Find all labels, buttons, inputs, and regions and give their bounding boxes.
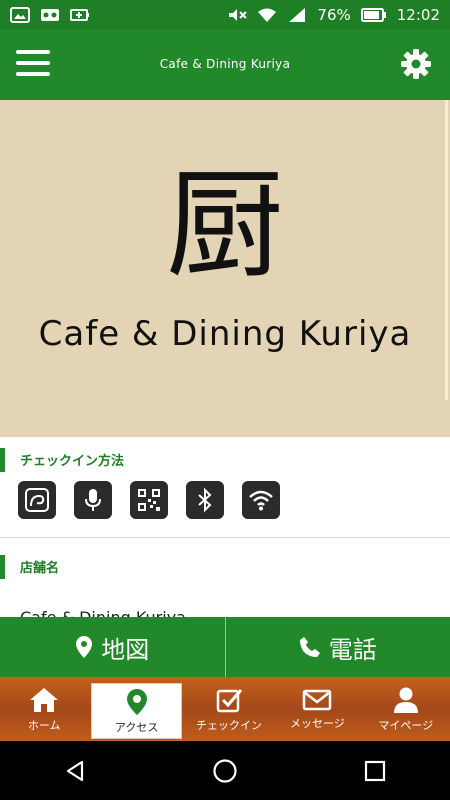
battery-plus-icon (70, 9, 89, 21)
system-nav-bar (0, 741, 450, 800)
back-button[interactable] (45, 751, 105, 791)
home-icon (30, 687, 59, 712)
voice-checkin-button[interactable] (74, 481, 112, 519)
hero-image: 厨 Cafe & Dining Kuriya (0, 100, 450, 437)
checkin-section-title: チェックイン方法 (0, 437, 450, 481)
tab-checkin[interactable]: チェックイン (185, 677, 273, 741)
envelope-icon (303, 689, 332, 710)
section-divider (0, 537, 450, 538)
battery-percent: 76% (317, 6, 351, 24)
app-bar: Cafe & Dining Kuriya (0, 30, 450, 100)
map-pin-icon (76, 636, 93, 658)
voicemail-notification-icon (41, 9, 59, 21)
content-area: チェックイン方法 店舗名 Cafe & Dining Kuriya (0, 437, 450, 617)
action-buttons: 地図 電話 (0, 617, 450, 677)
home-circle-icon (213, 758, 237, 783)
store-name-value: Cafe & Dining Kuriya (0, 588, 450, 617)
wifi-checkin-button[interactable] (242, 481, 280, 519)
gear-icon[interactable] (400, 48, 432, 80)
wifi-status-icon (258, 8, 277, 22)
mute-icon (229, 9, 248, 21)
app-title: Cafe & Dining Kuriya (159, 57, 291, 71)
clock: 12:02 (396, 6, 440, 24)
phone-icon (299, 637, 320, 657)
tab-checkin-label: チェックイン (196, 718, 263, 732)
phone-button-label: 電話 (328, 635, 377, 664)
map-button[interactable]: 地図 (0, 617, 225, 677)
wifi-icon (249, 490, 273, 511)
qr-code-icon (138, 489, 160, 511)
recents-button[interactable] (345, 751, 405, 791)
hero-logo-name: Cafe & Dining Kuriya (38, 314, 412, 354)
bluetooth-checkin-button[interactable] (186, 481, 224, 519)
tab-message-label: メッセージ (290, 716, 345, 730)
tab-home-label: ホーム (27, 718, 61, 732)
hero-logo-kanji: 厨 (165, 156, 284, 294)
hero-scrollbar (445, 100, 448, 400)
user-icon (393, 687, 418, 713)
checkbox-icon (216, 688, 243, 712)
tab-mypage[interactable]: マイページ (362, 677, 450, 741)
tab-mypage-label: マイページ (378, 718, 434, 732)
touch-checkin-button[interactable] (18, 481, 56, 519)
map-button-label: 地図 (101, 635, 150, 664)
map-pin-icon (126, 688, 147, 715)
tab-access-label: アクセス (114, 720, 159, 734)
battery-icon (360, 8, 386, 22)
checkin-methods (0, 481, 450, 537)
signal-icon (289, 8, 306, 22)
store-section-title: 店舗名 (0, 544, 450, 588)
back-icon (66, 760, 84, 781)
status-bar: 76% 12:02 (0, 0, 450, 30)
tab-message[interactable]: メッセージ (273, 677, 361, 741)
touch-icon (25, 488, 49, 512)
menu-icon (16, 50, 50, 54)
home-nav-button[interactable] (195, 751, 255, 791)
status-left (10, 7, 90, 23)
tab-access[interactable]: アクセス (91, 683, 182, 739)
qr-checkin-button[interactable] (130, 481, 168, 519)
recents-icon (364, 760, 386, 781)
image-notification-icon (10, 7, 30, 23)
tab-home[interactable]: ホーム (0, 677, 88, 741)
status-right: 76% 12:02 (227, 6, 440, 24)
microphone-icon (85, 489, 101, 511)
phone-button[interactable]: 電話 (224, 617, 450, 677)
bluetooth-icon (198, 487, 212, 513)
bottom-tab-bar: ホーム アクセス チェックイン メッセージ マイページ (0, 677, 450, 741)
